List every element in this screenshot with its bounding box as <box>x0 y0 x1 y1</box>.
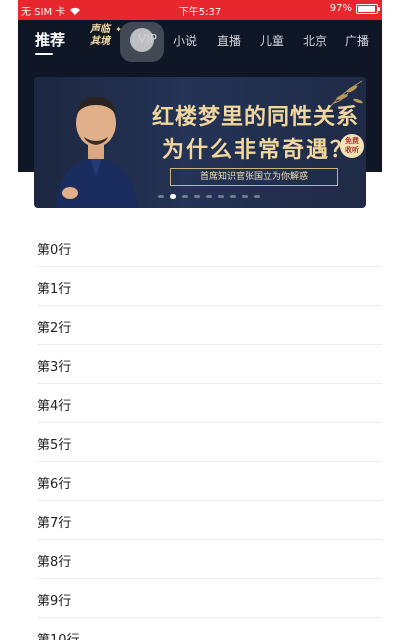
tab-beijing[interactable]: 北京 <box>303 32 327 49</box>
list-item[interactable]: 第1行 <box>37 267 382 306</box>
app-screen: 无 SIM 卡 下午5:37 97% 推荐 声临 其境 ✦ VIP 小说 直播 … <box>18 0 382 640</box>
promo-banner[interactable]: 红楼梦里的同性关系 为什么非常奇遇？ 免费 收听 首席知识官张国立为你解惑 <box>34 77 366 208</box>
list-item[interactable]: 第9行 <box>37 579 382 618</box>
list-item[interactable]: 第7行 <box>37 501 382 540</box>
list-item[interactable]: 第10行 <box>37 618 382 640</box>
carousel-dot[interactable] <box>218 195 224 198</box>
list-item[interactable]: 第0行 <box>37 228 382 267</box>
banner-headline-2: 为什么非常奇遇？ <box>162 137 355 163</box>
badge-line2: 收听 <box>345 146 359 154</box>
tab-vip[interactable]: VIP <box>138 32 157 46</box>
list-item-label: 第9行 <box>37 594 72 609</box>
carousel-dot[interactable] <box>158 195 164 198</box>
list-item[interactable]: 第3行 <box>37 345 382 384</box>
carousel-dot[interactable] <box>206 195 212 198</box>
battery-fill <box>358 5 376 12</box>
tab-children[interactable]: 儿童 <box>260 32 284 49</box>
status-right: 97% <box>329 3 380 14</box>
badge-line1: 免费 <box>345 137 359 145</box>
battery-percent: 97% <box>329 3 352 14</box>
list-item-label: 第8行 <box>37 555 72 570</box>
list-item-label: 第2行 <box>37 321 72 336</box>
carousel-dot[interactable] <box>230 195 236 198</box>
list-item-label: 第0行 <box>37 243 72 258</box>
tab-recommend[interactable]: 推荐 <box>35 29 65 50</box>
list-item-label: 第4行 <box>37 399 72 414</box>
list-item-label: 第6行 <box>37 477 72 492</box>
carousel-dot[interactable] <box>170 194 176 199</box>
promo-line1: 声临 <box>90 24 110 35</box>
tab-live[interactable]: 直播 <box>217 32 241 49</box>
carousel-indicator <box>158 194 260 199</box>
carousel-dot[interactable] <box>254 195 260 198</box>
promo-tab[interactable]: 声临 其境 ✦ <box>82 24 122 52</box>
battery-icon <box>356 3 380 14</box>
list-item-label: 第7行 <box>37 516 72 531</box>
banner-subtitle: 首席知识官张国立为你解惑 <box>170 168 338 186</box>
list-item[interactable]: 第6行 <box>37 462 382 501</box>
content-list: 第0行第1行第2行第3行第4行第5行第6行第7行第8行第9行第10行 <box>18 228 382 640</box>
promo-line2: 其境 <box>90 36 110 47</box>
list-item[interactable]: 第4行 <box>37 384 382 423</box>
list-item-label: 第3行 <box>37 360 72 375</box>
tab-novel[interactable]: 小说 <box>173 32 197 49</box>
banner-headline-1: 红楼梦里的同性关系 <box>152 104 360 130</box>
presenter-portrait <box>56 96 138 208</box>
tab-radio[interactable]: 广播 <box>345 32 369 49</box>
list-item-label: 第10行 <box>37 629 80 640</box>
free-listen-badge: 免费 收听 <box>340 134 364 158</box>
status-time: 下午5:37 <box>178 7 222 18</box>
list-item[interactable]: 第5行 <box>37 423 382 462</box>
category-tabs: 推荐 声临 其境 ✦ VIP 小说 直播 儿童 北京 广播 <box>18 20 382 62</box>
carousel-dot[interactable] <box>182 195 188 198</box>
carousel-dot[interactable] <box>194 195 200 198</box>
status-bar: 无 SIM 卡 下午5:37 97% <box>18 0 382 20</box>
carousel-dot[interactable] <box>242 195 248 198</box>
list-item[interactable]: 第2行 <box>37 306 382 345</box>
active-tab-indicator <box>35 53 53 55</box>
list-item-label: 第1行 <box>37 282 72 297</box>
list-item-label: 第5行 <box>37 438 72 453</box>
list-item[interactable]: 第8行 <box>37 540 382 579</box>
